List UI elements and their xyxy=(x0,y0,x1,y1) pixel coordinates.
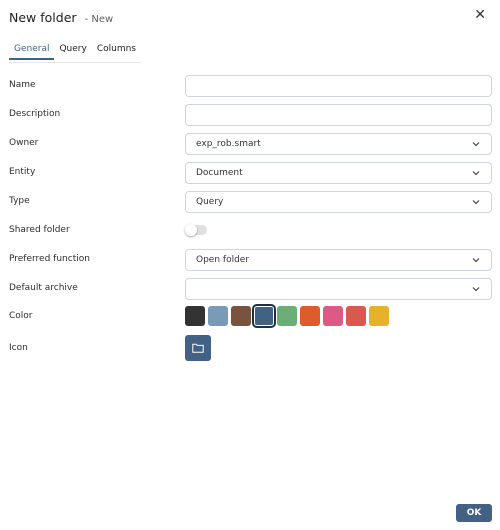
chevron-down-icon xyxy=(472,200,480,205)
icon-label: Icon xyxy=(9,343,28,353)
color-swatch[interactable] xyxy=(254,306,274,326)
entity-value: Document xyxy=(196,168,243,178)
color-swatch[interactable] xyxy=(277,306,297,326)
close-icon[interactable]: ✕ xyxy=(474,7,486,23)
shared-folder-label: Shared folder xyxy=(9,225,70,235)
preferred-function-label: Preferred function xyxy=(9,254,90,264)
ok-button[interactable]: OK xyxy=(456,504,492,522)
color-swatch[interactable] xyxy=(369,306,389,326)
type-value: Query xyxy=(196,197,224,207)
description-input[interactable] xyxy=(185,104,492,126)
color-label: Color xyxy=(9,311,33,321)
tab-general[interactable]: General xyxy=(9,42,55,60)
chevron-down-icon xyxy=(472,287,480,292)
name-input[interactable] xyxy=(185,75,492,97)
name-label: Name xyxy=(9,80,36,90)
owner-label: Owner xyxy=(9,138,39,148)
icon-picker-button[interactable] xyxy=(185,335,211,361)
color-swatch[interactable] xyxy=(323,306,343,326)
dialog-title: New folder xyxy=(9,10,77,25)
dialog-subtitle: - New xyxy=(84,14,114,25)
tab-columns[interactable]: Columns xyxy=(92,42,141,60)
chevron-down-icon xyxy=(472,142,480,147)
description-label: Description xyxy=(9,109,61,119)
color-picker xyxy=(185,306,389,326)
shared-folder-toggle[interactable] xyxy=(185,224,207,236)
default-archive-select[interactable] xyxy=(185,278,492,300)
entity-label: Entity xyxy=(9,167,36,177)
folder-icon xyxy=(192,343,204,353)
tab-bar: General Query Columns xyxy=(9,42,141,63)
color-swatch[interactable] xyxy=(231,306,251,326)
preferred-function-select[interactable]: Open folder xyxy=(185,249,492,271)
type-select[interactable]: Query xyxy=(185,191,492,213)
type-label: Type xyxy=(9,196,30,206)
color-swatch[interactable] xyxy=(300,306,320,326)
owner-value: exp_rob.smart xyxy=(196,139,261,149)
color-swatch[interactable] xyxy=(185,306,205,326)
tab-query[interactable]: Query xyxy=(54,42,91,60)
color-swatch[interactable] xyxy=(208,306,228,326)
default-archive-label: Default archive xyxy=(9,283,78,293)
chevron-down-icon xyxy=(472,258,480,263)
chevron-down-icon xyxy=(472,171,480,176)
owner-select[interactable]: exp_rob.smart xyxy=(185,133,492,155)
color-swatch[interactable] xyxy=(346,306,366,326)
preferred-function-value: Open folder xyxy=(196,255,250,265)
toggle-knob xyxy=(185,224,197,236)
entity-select[interactable]: Document xyxy=(185,162,492,184)
dialog-header: New folder - New ✕ xyxy=(9,7,491,25)
